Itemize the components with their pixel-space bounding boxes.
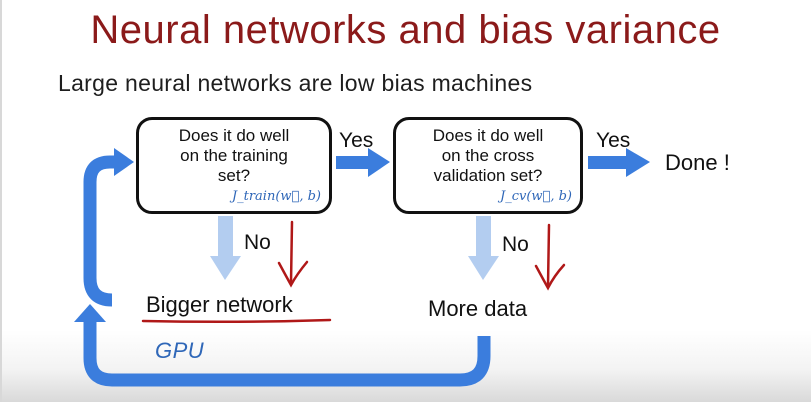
no-arrow-1-shaft [218,216,233,258]
handwritten-red-arrow-2-head [534,263,566,291]
no-arrow-2-head [468,256,499,280]
feedback-loop-arrow [83,318,491,387]
handwritten-red-arrow-2 [546,223,551,288]
loop-up-arrowhead [114,148,134,176]
done-label: Done ! [665,150,730,175]
yes-arrow-1-shaft [336,156,370,169]
no-label-cv: No [502,233,529,256]
training-check-box: Does it do well on the training set? J_t… [136,117,332,214]
yes-label-training: Yes [339,129,374,152]
loop-up-arrow [83,155,118,307]
cv-check-question: Does it do well on the cross validation … [432,126,544,185]
gpu-handwritten-annotation: GPU [155,338,205,363]
no-arrow-1-head [210,256,241,280]
handwritten-red-underline [141,318,332,324]
cv-check-box: Does it do well on the cross validation … [393,117,583,214]
yes-label-cv: Yes [596,129,631,152]
bigger-network-label: Bigger network [146,292,293,317]
feedback-loop-arrowhead [74,304,106,322]
yes-arrow-2-shaft [588,156,628,169]
training-check-question: Does it do well on the training set? [178,126,290,185]
handwritten-red-arrow-1 [289,220,294,285]
cv-cost-formula: J_cv(w⃗, b) [500,189,572,204]
training-cost-formula: J_train(w⃗, b) [231,189,321,204]
more-data-label: More data [428,296,528,321]
no-arrow-2-shaft [476,216,491,258]
handwritten-red-arrow-1-head [277,260,309,288]
no-label-training: No [244,231,271,254]
